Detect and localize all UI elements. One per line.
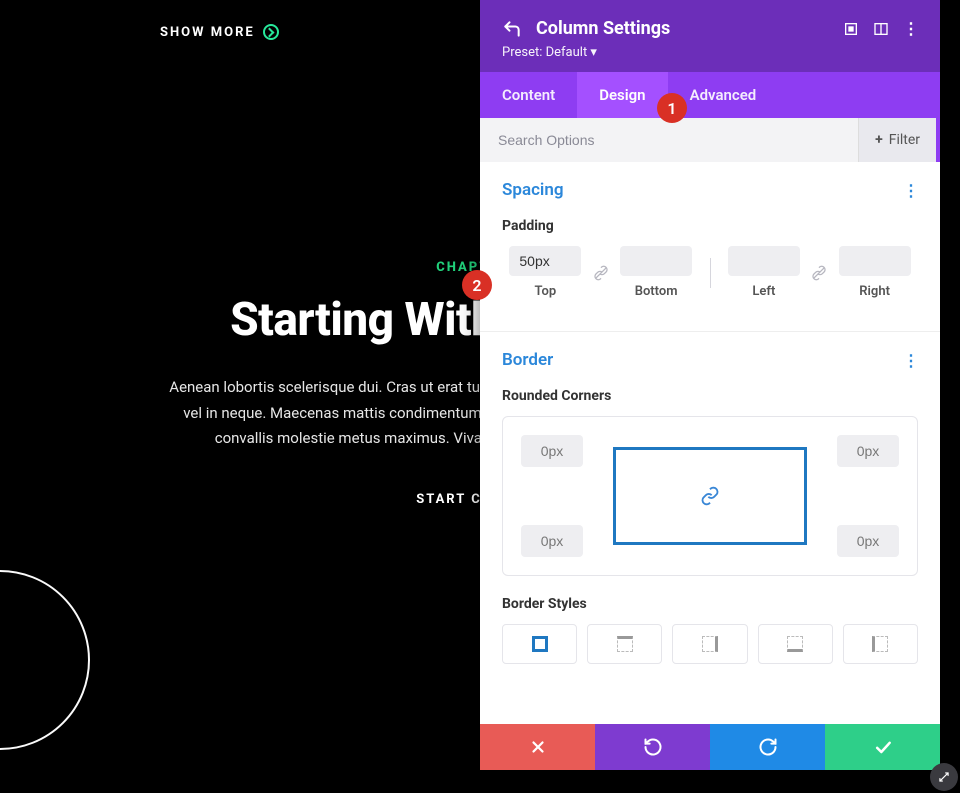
border-style-bottom[interactable] xyxy=(758,624,833,664)
column-settings-panel: Column Settings ⋮ Preset: Default ▾ Cont… xyxy=(480,0,940,770)
action-bar xyxy=(480,724,940,770)
section-spacing: Spacing ⋮ Padding Top Bottom xyxy=(480,162,940,321)
border-style-all[interactable] xyxy=(502,624,577,664)
padding-left-caption: Left xyxy=(721,284,808,299)
filter-label: Filter xyxy=(889,132,920,148)
decorative-circle xyxy=(0,570,90,750)
square-left-icon xyxy=(872,636,888,652)
check-icon xyxy=(873,737,893,757)
corner-top-left-input[interactable] xyxy=(521,435,583,467)
show-more-link[interactable]: SHOW MORE xyxy=(160,24,279,40)
expand-corner-button[interactable] xyxy=(930,763,958,791)
search-bar: + Filter xyxy=(480,118,940,162)
border-style-right[interactable] xyxy=(672,624,747,664)
rounded-corners-control xyxy=(502,416,918,576)
filter-button[interactable]: + Filter xyxy=(858,118,936,162)
square-bottom-icon xyxy=(787,636,803,652)
padding-top-caption: Top xyxy=(502,284,589,299)
show-more-label: SHOW MORE xyxy=(160,25,255,40)
undo-button[interactable] xyxy=(595,724,710,770)
border-menu-icon[interactable]: ⋮ xyxy=(903,351,918,370)
padding-inputs: Top Bottom Left xyxy=(502,246,918,299)
border-title: Border xyxy=(502,350,553,370)
corner-top-right-input[interactable] xyxy=(837,435,899,467)
arrow-right-circle-icon xyxy=(263,24,279,40)
square-right-icon xyxy=(702,636,718,652)
border-style-top[interactable] xyxy=(587,624,662,664)
rounded-corners-label: Rounded Corners xyxy=(502,388,918,404)
layout-columns-icon[interactable] xyxy=(873,21,889,37)
border-styles-label: Border Styles xyxy=(502,596,918,612)
panel-scroll[interactable]: Spacing ⋮ Padding Top Bottom xyxy=(480,162,940,724)
search-input[interactable] xyxy=(498,132,858,148)
expand-icon xyxy=(937,770,951,784)
padding-left-input[interactable] xyxy=(728,246,800,276)
tab-content[interactable]: Content xyxy=(480,72,577,118)
padding-top-input[interactable] xyxy=(509,246,581,276)
tab-design[interactable]: Design xyxy=(577,72,667,118)
corner-bottom-right-input[interactable] xyxy=(837,525,899,557)
fullscreen-icon[interactable] xyxy=(843,21,859,37)
divider-vertical xyxy=(710,258,711,288)
close-icon xyxy=(529,738,547,756)
spacing-menu-icon[interactable]: ⋮ xyxy=(903,181,918,200)
border-style-options xyxy=(502,624,918,664)
panel-header: Column Settings ⋮ Preset: Default ▾ xyxy=(480,0,940,72)
link-icon[interactable] xyxy=(700,486,720,506)
padding-bottom-input[interactable] xyxy=(620,246,692,276)
cancel-button[interactable] xyxy=(480,724,595,770)
link-icon[interactable] xyxy=(811,265,827,281)
settings-tabs: Content Design Advanced xyxy=(480,72,940,118)
link-icon[interactable] xyxy=(593,265,609,281)
padding-right-caption: Right xyxy=(831,284,918,299)
padding-bottom-caption: Bottom xyxy=(613,284,700,299)
redo-button[interactable] xyxy=(710,724,825,770)
preset-dropdown[interactable]: Preset: Default ▾ xyxy=(502,45,918,60)
square-all-icon xyxy=(532,636,548,652)
confirm-button[interactable] xyxy=(825,724,940,770)
panel-title: Column Settings xyxy=(536,18,829,39)
padding-label: Padding xyxy=(502,218,918,234)
square-top-icon xyxy=(617,636,633,652)
corner-preview-box xyxy=(613,447,807,545)
more-vertical-icon[interactable]: ⋮ xyxy=(903,19,918,38)
annotation-badge-1: 1 xyxy=(657,93,687,123)
plus-icon: + xyxy=(875,132,883,148)
border-style-left[interactable] xyxy=(843,624,918,664)
corner-bottom-left-input[interactable] xyxy=(521,525,583,557)
redo-icon xyxy=(758,737,778,757)
undo-icon xyxy=(643,737,663,757)
annotation-badge-2: 2 xyxy=(462,270,492,300)
padding-right-input[interactable] xyxy=(839,246,911,276)
section-border: Border ⋮ Rounded Corners Border Styles xyxy=(480,332,940,686)
back-arrow-icon[interactable] xyxy=(502,19,522,39)
spacing-title: Spacing xyxy=(502,180,564,200)
